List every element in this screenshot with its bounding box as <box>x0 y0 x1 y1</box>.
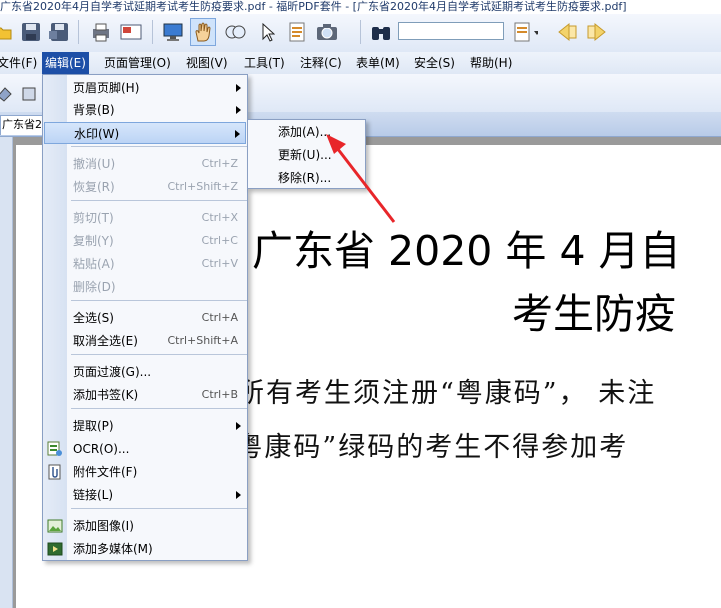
edit-menu: 页眉页脚(H) 背景(B) 水印(W) 撤消(U) Ctrl+Z 恢复(R) Ctr… <box>42 74 248 561</box>
menu-item-shortcut: Ctrl+A <box>201 311 238 324</box>
menu-item-label: 恢复(R) <box>73 180 115 194</box>
menu-view[interactable]: 视图(V) <box>183 52 231 74</box>
menu-item-shortcut: Ctrl+C <box>201 234 238 247</box>
menu-item-undo[interactable]: 撤消(U) Ctrl+Z <box>44 153 246 175</box>
menu-separator <box>71 354 247 355</box>
document-tab[interactable]: 广东省20 <box>0 115 44 135</box>
menu-item-paste[interactable]: 粘贴(A) Ctrl+V <box>44 253 246 275</box>
ocr-icon <box>47 441 62 456</box>
annotation-arrow-icon <box>326 134 396 223</box>
menu-item-shortcut: Ctrl+Z <box>201 157 238 170</box>
submenu-arrow-icon <box>236 491 241 499</box>
document-title-line1: 广东省 2020 年 4 月自 <box>252 227 681 275</box>
select-icon[interactable] <box>254 18 280 46</box>
menu-item-background[interactable]: 背景(B) <box>44 99 246 121</box>
menu-item-header-footer[interactable]: 页眉页脚(H) <box>44 77 246 99</box>
menu-item-deselect-all[interactable]: 取消全选(E) Ctrl+Shift+A <box>44 330 246 352</box>
menu-item-copy[interactable]: 复制(Y) Ctrl+C <box>44 230 246 252</box>
navigation-panel[interactable] <box>0 137 13 608</box>
menu-item-label: 粘贴(A) <box>73 257 115 271</box>
menu-item-shortcut: Ctrl+V <box>201 257 238 270</box>
menu-item-label: 提取(P) <box>73 419 114 433</box>
menu-item-ocr[interactable]: OCR(O)... <box>44 438 246 460</box>
menu-item-label: 全选(S) <box>73 311 114 325</box>
menu-item-label: 复制(Y) <box>73 234 114 248</box>
menu-security[interactable]: 安全(S) <box>411 52 458 74</box>
menu-item-cut[interactable]: 剪切(T) Ctrl+X <box>44 207 246 229</box>
menu-comments[interactable]: 注释(C) <box>297 52 345 74</box>
menu-item-label: 页眉页脚(H) <box>73 81 140 95</box>
menu-item-label: 页面过渡(G)... <box>73 365 152 379</box>
binoculars-icon[interactable] <box>368 18 394 46</box>
menu-item-link[interactable]: 链接(L) <box>44 484 246 506</box>
menu-item-watermark[interactable]: 水印(W) <box>44 122 246 144</box>
print-icon[interactable] <box>88 18 114 46</box>
menu-separator <box>71 200 247 201</box>
menu-item-label: 链接(L) <box>73 488 114 502</box>
hand-icon[interactable] <box>190 18 216 46</box>
document-body-line1: 所有考生须注册“粤康码”， 未注 <box>237 378 657 409</box>
menu-item-shortcut: Ctrl+Shift+Z <box>167 180 238 193</box>
menu-tools[interactable]: 工具(T) <box>241 52 288 74</box>
menu-item-add-media[interactable]: 添加多媒体(M) <box>44 538 246 560</box>
window-title: 广东省2020年4月自学考试延期考试考生防疫要求.pdf - 福昕PDF套件 -… <box>0 0 721 14</box>
menu-bar: 文件(F) 编辑(E) 页面管理(O) 视图(V) 工具(T) 注释(C) 表单… <box>0 52 721 74</box>
add-image-icon <box>47 519 63 533</box>
menu-separator <box>71 146 247 147</box>
submenu-arrow-icon <box>235 130 240 138</box>
menu-separator <box>71 408 247 409</box>
menu-item-label: 撤消(U) <box>73 157 116 171</box>
menu-separator <box>71 508 247 509</box>
menu-separator <box>71 300 247 301</box>
prev-icon[interactable] <box>554 18 580 46</box>
menu-forms[interactable]: 表单(M) <box>353 52 403 74</box>
menu-item-label: 附件文件(F) <box>73 465 138 479</box>
menu-item-label: 添加书签(K) <box>73 388 139 402</box>
menu-item-add-image[interactable]: 添加图像(I) <box>44 515 246 537</box>
menu-item-shortcut: Ctrl+X <box>201 211 238 224</box>
menu-item-page-transition[interactable]: 页面过渡(G)... <box>44 361 246 383</box>
find-options-icon[interactable] <box>512 18 538 46</box>
menu-item-label: 背景(B) <box>73 103 115 117</box>
attachment-icon <box>48 464 61 480</box>
menu-page-management[interactable]: 页面管理(O) <box>101 52 174 74</box>
document-title-line2: 考生防疫 <box>512 290 676 338</box>
menu-item-select-all[interactable]: 全选(S) Ctrl+A <box>44 307 246 329</box>
add-media-icon <box>47 542 63 556</box>
snapshot-icon[interactable] <box>314 18 340 46</box>
menu-help[interactable]: 帮助(H) <box>467 52 515 74</box>
submenu-arrow-icon <box>236 422 241 430</box>
shape-icon[interactable] <box>16 80 42 108</box>
save-icon[interactable] <box>18 18 44 46</box>
menu-file[interactable]: 文件(F) <box>0 52 40 74</box>
save-all-icon[interactable] <box>46 18 72 46</box>
menu-item-redo[interactable]: 恢复(R) Ctrl+Shift+Z <box>44 176 246 198</box>
text-select-icon[interactable] <box>284 18 310 46</box>
menu-item-label: 剪切(T) <box>73 211 114 225</box>
menu-item-label: 添加多媒体(M) <box>73 542 153 556</box>
main-toolbar <box>0 14 721 53</box>
menu-item-delete[interactable]: 删除(D) <box>44 276 246 298</box>
next-icon[interactable] <box>584 18 610 46</box>
menu-item-shortcut: Ctrl+B <box>201 388 238 401</box>
menu-edit[interactable]: 编辑(E) <box>42 52 89 74</box>
menu-item-label: 删除(D) <box>73 280 116 294</box>
menu-item-add-bookmark[interactable]: 添加书签(K) Ctrl+B <box>44 384 246 406</box>
menu-item-label: OCR(O)... <box>73 442 130 456</box>
menu-item-extract[interactable]: 提取(P) <box>44 415 246 437</box>
submenu-arrow-icon <box>236 106 241 114</box>
email-icon[interactable] <box>118 18 144 46</box>
menu-item-label: 添加图像(I) <box>73 519 134 533</box>
zoom-icon[interactable] <box>222 18 248 46</box>
menu-item-shortcut: Ctrl+Shift+A <box>167 334 238 347</box>
menu-item-label: 水印(W) <box>74 127 120 141</box>
monitor-icon[interactable] <box>160 18 186 46</box>
find-input[interactable] <box>398 22 504 40</box>
open-icon[interactable] <box>0 18 16 46</box>
menu-item-label: 取消全选(E) <box>73 334 138 348</box>
submenu-arrow-icon <box>236 84 241 92</box>
menu-item-attach-file[interactable]: 附件文件(F) <box>44 461 246 483</box>
